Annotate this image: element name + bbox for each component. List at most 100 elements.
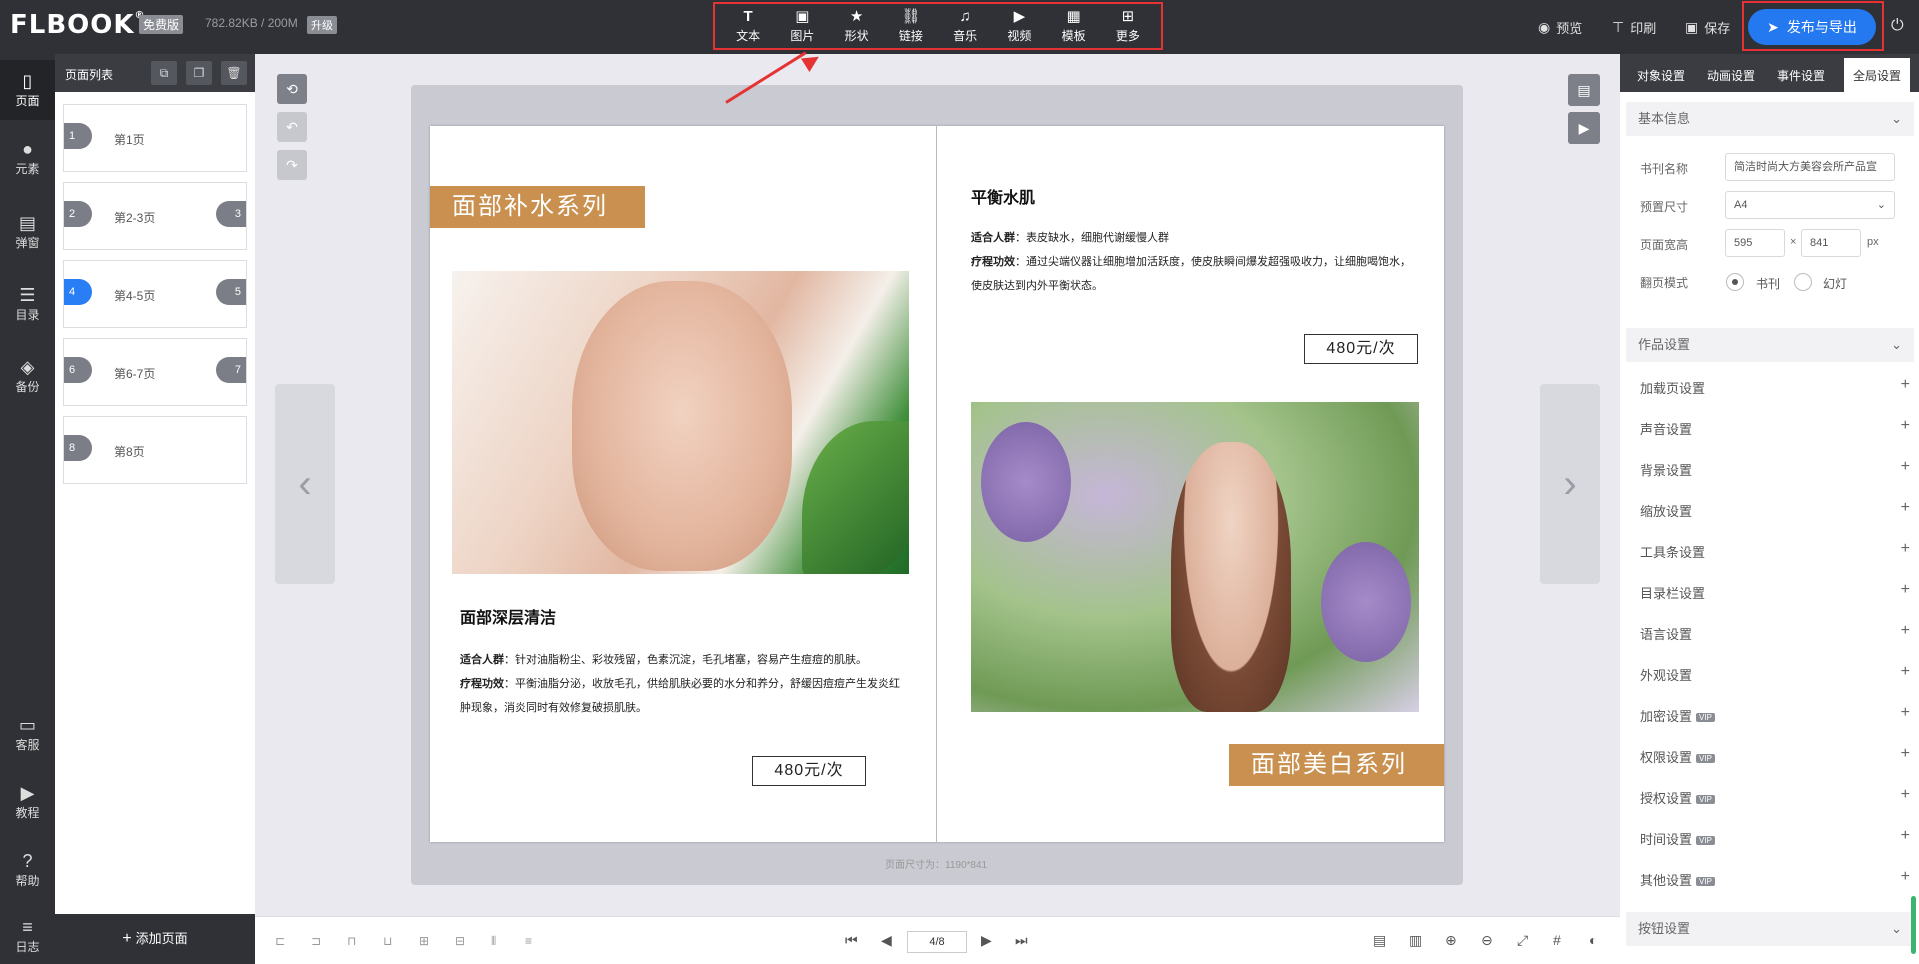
page-settings-icon[interactable]: ▤ — [1568, 74, 1600, 106]
tab-animation-settings[interactable]: 动画设置 — [1696, 54, 1766, 92]
next-page-arrow[interactable]: › — [1540, 384, 1600, 584]
align-left-icon[interactable]: ⊏ — [275, 934, 285, 948]
button-settings-header[interactable]: 按钮设置 ⌄ — [1626, 912, 1914, 946]
nav-elements[interactable]: ● 元素 — [0, 138, 55, 177]
fit-screen-icon[interactable]: ⤢ — [1517, 932, 1528, 949]
tab-object-settings[interactable]: 对象设置 — [1626, 54, 1696, 92]
align-vcenter-icon[interactable]: ⊟ — [455, 934, 465, 948]
template-tool[interactable]: ▦ 模板 — [1049, 8, 1099, 44]
setting-encryption[interactable]: 加密设置 VIP + — [1640, 704, 1910, 726]
copy-page-icon[interactable]: ⧉ — [151, 61, 177, 85]
setting-authorization[interactable]: 授权设置 VIP + — [1640, 786, 1910, 808]
video-tool[interactable]: ▶ 视频 — [994, 8, 1044, 44]
balance-hydration-body[interactable]: 适合人群：表皮缺水，细胞代谢缓慢人群 疗程功效：通过尖端仪器让细胞增加活跃度，使… — [971, 226, 1421, 298]
play-preview-icon[interactable]: ▶ — [1568, 112, 1600, 144]
save-button[interactable]: ▣ 保存 — [1685, 18, 1730, 37]
face-shape — [572, 281, 792, 571]
prev-page-arrow[interactable]: ‹ — [275, 384, 335, 584]
hydration-series-ribbon[interactable]: 面部补水系列 — [430, 186, 645, 228]
setting-zoom[interactable]: 缩放设置 + — [1640, 499, 1910, 521]
zoom-in-icon[interactable]: ⊕ — [1445, 932, 1457, 949]
undo-icon[interactable]: ↶ — [277, 112, 307, 142]
nav-toc[interactable]: ☰ 目录 — [0, 284, 55, 323]
setting-toolbar[interactable]: 工具条设置 + — [1640, 540, 1910, 562]
book-name-input[interactable]: 简洁时尚大方美容会所产品宣 — [1725, 153, 1895, 181]
page-card[interactable]: 8 第8页 — [63, 416, 247, 484]
next-page-icon[interactable]: ▶ — [981, 932, 992, 949]
align-right-icon[interactable]: ⊐ — [311, 934, 321, 948]
nav-log[interactable]: ≡ 日志 — [0, 916, 55, 955]
setting-other[interactable]: 其他设置 VIP + — [1640, 868, 1910, 890]
reset-icon[interactable]: ⟲ — [277, 74, 307, 104]
preview-button[interactable]: ◉ 预览 — [1538, 18, 1582, 37]
nav-popup[interactable]: ▤ 弹窗 — [0, 212, 55, 251]
align-top-icon[interactable]: ⊓ — [347, 934, 356, 948]
nav-support[interactable]: ▭ 客服 — [0, 714, 55, 753]
trash-icon[interactable]: 🗑 — [221, 61, 247, 85]
deep-cleanse-title[interactable]: 面部深层清洁 — [460, 604, 556, 628]
face-cream-photo[interactable] — [452, 271, 909, 574]
shape-tool[interactable]: ★ 形状 — [832, 8, 882, 44]
power-icon[interactable]: ⏻ — [1891, 17, 1904, 35]
nav-tutorial[interactable]: ▶ 教程 — [0, 782, 55, 821]
tab-event-settings[interactable]: 事件设置 — [1766, 54, 1836, 92]
page-card[interactable]: 6 第6-7页 7 — [63, 338, 247, 406]
publish-export-button[interactable]: ➤ 发布与导出 — [1748, 9, 1876, 45]
print-button[interactable]: ⊤ 印刷 — [1612, 18, 1656, 37]
deep-cleanse-body[interactable]: 适合人群：针对油脂粉尘、彩妆残留，色素沉淀，毛孔堵塞，容易产生痘痘的肌肤。 疗程… — [460, 648, 900, 720]
setting-appearance[interactable]: 外观设置 + — [1640, 663, 1910, 685]
setting-time[interactable]: 时间设置 VIP + — [1640, 827, 1910, 849]
flip-slide-radio[interactable] — [1794, 273, 1812, 291]
link-tool[interactable]: ⛓ 链接 — [886, 8, 936, 44]
align-hcenter-icon[interactable]: ⊞ — [419, 934, 429, 948]
whitening-series-ribbon[interactable]: 面部美白系列 — [1229, 744, 1444, 786]
page-width-input[interactable]: 595 — [1725, 229, 1785, 257]
tab-global-settings[interactable]: 全局设置 — [1844, 58, 1910, 92]
distribute-v-icon[interactable]: ≡ — [525, 934, 532, 948]
setting-background[interactable]: 背景设置 + — [1640, 458, 1910, 480]
theme-icon[interactable]: ◐ — [1589, 932, 1597, 948]
work-settings-header[interactable]: 作品设置 ⌄ — [1626, 328, 1914, 362]
flip-book-radio[interactable] — [1726, 273, 1744, 291]
setting-language[interactable]: 语言设置 + — [1640, 622, 1910, 644]
more-tool[interactable]: ⊞ 更多 — [1103, 8, 1153, 44]
balance-hydration-title[interactable]: 平衡水肌 — [971, 184, 1035, 208]
left-price-box[interactable]: 480元/次 — [752, 756, 866, 786]
upgrade-badge[interactable]: 升级 — [307, 16, 337, 34]
lilac-woman-photo[interactable] — [971, 402, 1419, 712]
first-page-icon[interactable]: ⏮ — [845, 932, 858, 949]
zoom-out-icon[interactable]: ⊖ — [1481, 932, 1493, 949]
double-page-icon[interactable]: ▥ — [1409, 932, 1422, 949]
page-number-input[interactable]: 4/8 — [907, 931, 967, 953]
logo: FLBOOK® — [10, 10, 145, 40]
nav-help[interactable]: ? 帮助 — [0, 850, 55, 889]
redo-icon[interactable]: ↷ — [277, 150, 307, 180]
prev-page-icon[interactable]: ◀ — [881, 932, 892, 949]
distribute-h-icon[interactable]: ⦀ — [491, 934, 496, 949]
setting-toc-bar[interactable]: 目录栏设置 + — [1640, 581, 1910, 603]
preset-size-select[interactable]: A4 ⌄ — [1725, 191, 1895, 219]
align-bottom-icon[interactable]: ⊔ — [383, 934, 392, 948]
settings-scrollbar[interactable] — [1911, 896, 1916, 954]
single-page-icon[interactable]: ▤ — [1373, 932, 1386, 949]
add-page-button[interactable]: + 添加页面 — [55, 914, 255, 964]
setting-loading-page[interactable]: 加载页设置 + — [1640, 376, 1910, 398]
image-tool[interactable]: ▣ 图片 — [777, 8, 827, 44]
page-card-active[interactable]: 4 第4-5页 5 — [63, 260, 247, 328]
page-card[interactable]: 2 第2-3页 3 — [63, 182, 247, 250]
page-height-input[interactable]: 841 — [1801, 229, 1861, 257]
duplicate-page-icon[interactable]: ❐ — [186, 61, 212, 85]
setting-sound[interactable]: 声音设置 + — [1640, 417, 1910, 439]
page-size-label: 页面宽高 — [1640, 238, 1689, 252]
text-tool[interactable]: T 文本 — [723, 8, 773, 44]
page-card[interactable]: 1 第1页 — [63, 104, 247, 172]
nav-page[interactable]: ▯ 页面 — [0, 60, 55, 120]
page-list-title: 页面列表 — [65, 68, 114, 82]
last-page-icon[interactable]: ⏭ — [1015, 932, 1028, 949]
right-price-box[interactable]: 480元/次 — [1304, 334, 1418, 364]
grid-icon[interactable]: # — [1553, 932, 1561, 948]
music-tool[interactable]: ♫ 音乐 — [940, 8, 990, 44]
basic-info-header[interactable]: 基本信息 ⌄ — [1626, 102, 1914, 136]
setting-permission[interactable]: 权限设置 VIP + — [1640, 745, 1910, 767]
nav-backup[interactable]: ◈ 备份 — [0, 356, 55, 395]
